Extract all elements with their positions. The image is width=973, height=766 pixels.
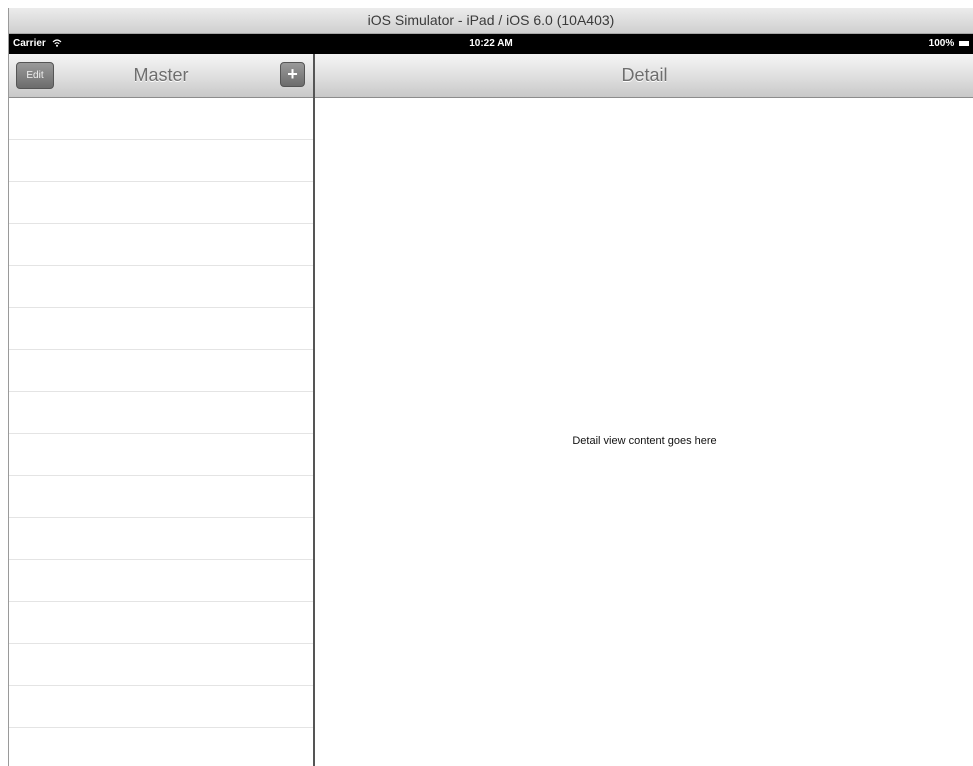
table-row[interactable]: [9, 140, 313, 182]
detail-nav-bar: Detail: [315, 54, 973, 98]
table-row[interactable]: [9, 224, 313, 266]
status-time: 10:22 AM: [469, 38, 513, 49]
plus-icon: +: [287, 64, 298, 84]
master-nav-bar: Edit Master +: [9, 54, 313, 98]
master-table[interactable]: [9, 98, 313, 766]
battery-indicator: 100%: [929, 38, 969, 49]
table-row[interactable]: [9, 686, 313, 728]
battery-icon: [959, 40, 969, 46]
simulator-window: iOS Simulator - iPad / iOS 6.0 (10A403) …: [8, 8, 973, 766]
detail-pane: Detail Detail view content goes here: [315, 54, 973, 766]
table-row[interactable]: [9, 434, 313, 476]
table-row[interactable]: [9, 350, 313, 392]
table-row[interactable]: [9, 644, 313, 686]
table-row[interactable]: [9, 602, 313, 644]
table-row[interactable]: [9, 98, 313, 140]
battery-percent: 100%: [928, 38, 955, 49]
table-row[interactable]: [9, 308, 313, 350]
table-row[interactable]: [9, 560, 313, 602]
detail-title: Detail: [621, 65, 668, 85]
status-bar: Carrier 10:22 AM 100%: [9, 34, 973, 54]
detail-content-label: Detail view content goes here: [572, 435, 717, 447]
table-row[interactable]: [9, 392, 313, 434]
table-row[interactable]: [9, 518, 313, 560]
table-row[interactable]: [9, 728, 313, 766]
window-title-bar: iOS Simulator - iPad / iOS 6.0 (10A403): [9, 8, 973, 34]
window-title: iOS Simulator - iPad / iOS 6.0 (10A403): [367, 12, 615, 28]
table-row[interactable]: [9, 476, 313, 518]
table-row[interactable]: [9, 266, 313, 308]
add-button[interactable]: +: [280, 62, 305, 87]
table-row[interactable]: [9, 182, 313, 224]
master-title: Master: [133, 65, 189, 85]
master-pane: Edit Master +: [9, 54, 315, 766]
